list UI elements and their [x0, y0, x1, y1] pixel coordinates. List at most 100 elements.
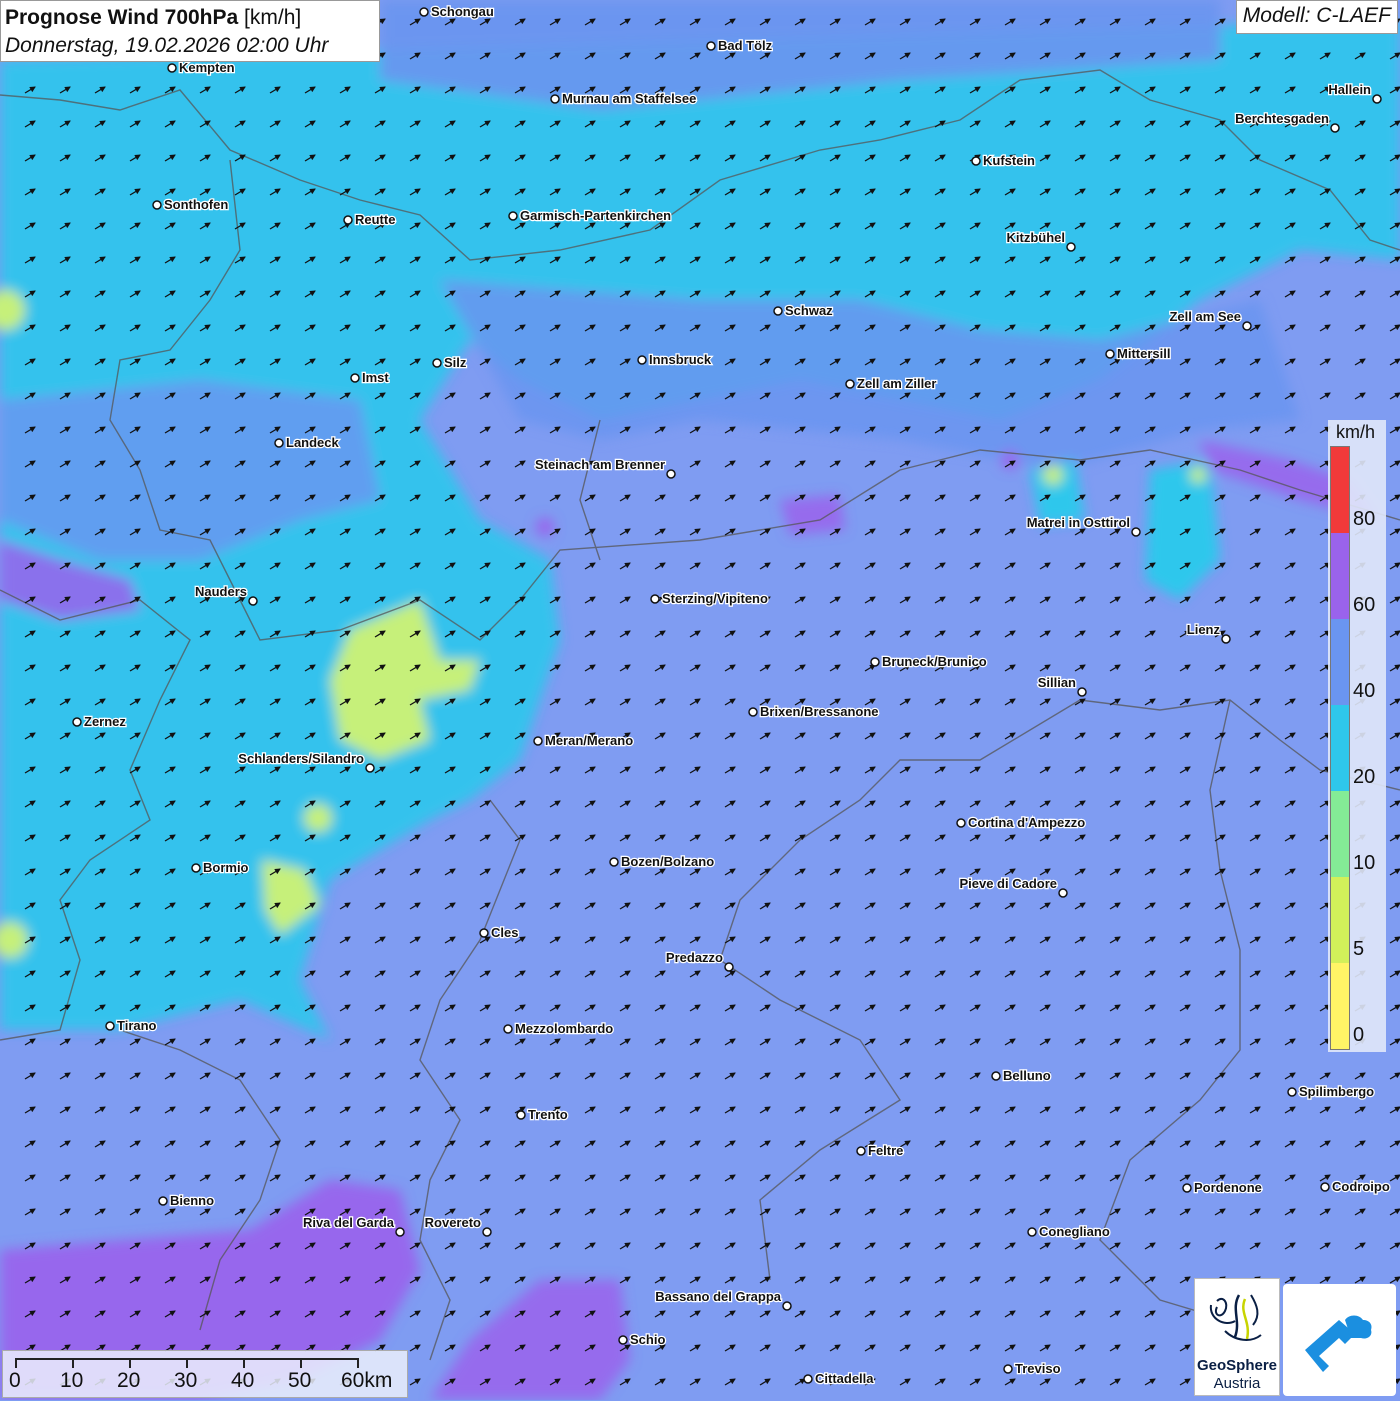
city-label: Schlanders/Silandro: [238, 751, 364, 766]
city-sterzing-vipiteno[interactable]: Sterzing/Vipiteno: [650, 590, 769, 607]
city-label: Cortina d'Ampezzo: [968, 815, 1085, 830]
city-bozen-bolzano[interactable]: Bozen/Bolzano: [609, 853, 715, 870]
city-brixen-bressanone[interactable]: Brixen/Bressanone: [748, 703, 880, 720]
city-label: Cles: [491, 925, 518, 940]
city-dot: [274, 438, 284, 448]
map-title-main: Prognose Wind 700hPa: [5, 6, 239, 29]
geosphere-logo[interactable]: GeoSphere Austria: [1194, 1278, 1280, 1396]
legend-segment: [1331, 877, 1349, 963]
city-dot: [971, 156, 981, 166]
city-cortina-d-ampezzo[interactable]: Cortina d'Ampezzo: [956, 814, 1087, 831]
geosphere-logo-icon: [1209, 1294, 1262, 1341]
city-innsbruck[interactable]: Innsbruck: [637, 351, 713, 368]
scale-tick: [72, 1358, 74, 1368]
city-label: Schwaz: [785, 303, 833, 318]
city-murnau-am-staffelsee[interactable]: Murnau am Staffelsee: [550, 90, 698, 107]
city-label: Sillian: [1038, 675, 1076, 690]
scale-label: 20: [117, 1369, 141, 1392]
city-meran-merano[interactable]: Meran/Merano: [533, 732, 634, 749]
city-dot: [650, 594, 660, 604]
city-cittadella[interactable]: Cittadella: [803, 1370, 876, 1387]
map-title-unit: [km/h]: [244, 6, 302, 29]
city-label: Bormio: [203, 860, 249, 875]
city-label: Hallein: [1328, 82, 1371, 97]
city-label: Kempten: [179, 60, 235, 75]
city-dot: [845, 379, 855, 389]
city-dot: [956, 818, 966, 828]
city-spilimbergo[interactable]: Spilimbergo: [1287, 1083, 1375, 1100]
city-dot: [1003, 1364, 1013, 1374]
city-label: Spilimbergo: [1299, 1084, 1374, 1099]
city-label: Zell am See: [1169, 309, 1241, 324]
city-label: Lienz: [1187, 622, 1221, 637]
city-dot: [1330, 123, 1340, 133]
city-dot: [748, 707, 758, 717]
city-label: Zell am Ziller: [857, 376, 936, 391]
city-label: Garmisch-Partenkirchen: [520, 208, 671, 223]
city-label: Feltre: [868, 1143, 903, 1158]
color-legend: km/h 80 60 40 20 10 5 0: [1328, 420, 1386, 1052]
city-conegliano[interactable]: Conegliano: [1027, 1223, 1111, 1240]
scale-label: 0: [9, 1369, 21, 1392]
city-mezzolombardo[interactable]: Mezzolombardo: [503, 1020, 615, 1037]
city-label: Landeck: [286, 435, 340, 450]
city-dot: [343, 215, 353, 225]
scale-tick: [243, 1358, 245, 1368]
city-dot: [782, 1301, 792, 1311]
city-codroipo[interactable]: Codroipo: [1320, 1178, 1391, 1195]
city-dot: [167, 63, 177, 73]
city-label: Bozen/Bolzano: [621, 854, 714, 869]
city-label: Imst: [362, 370, 389, 385]
city-schongau[interactable]: Schongau: [419, 3, 495, 20]
legend-label-60: 60: [1353, 594, 1376, 616]
city-garmisch-partenkirchen[interactable]: Garmisch-Partenkirchen: [508, 207, 672, 224]
city-label: Belluno: [1003, 1068, 1051, 1083]
city-bruneck-brunico[interactable]: Bruneck/Brunico: [870, 653, 988, 670]
city-label: Matrei in Osttirol: [1027, 515, 1130, 530]
city-dot: [479, 928, 489, 938]
city-sonthofen[interactable]: Sonthofen: [152, 196, 230, 213]
city-dot: [508, 211, 518, 221]
city-dot: [666, 469, 676, 479]
city-pordenone[interactable]: Pordenone: [1182, 1179, 1263, 1196]
scale-label: 40: [231, 1369, 255, 1392]
scale-tick: [300, 1358, 302, 1368]
city-dot: [1242, 321, 1252, 331]
city-dot: [706, 41, 716, 51]
legend-segment: [1331, 619, 1349, 705]
city-dot: [991, 1071, 1001, 1081]
legend-label-0: 0: [1353, 1024, 1365, 1046]
city-label: Riva del Garda: [303, 1215, 395, 1230]
scale-label: 10: [60, 1369, 84, 1392]
legend-label-80: 80: [1353, 508, 1376, 530]
title-box: Prognose Wind 700hPa [km/h] Donnerstag, …: [0, 0, 380, 62]
legend-segment: [1331, 705, 1349, 791]
city-dot: [152, 200, 162, 210]
city-label: Bad Tölz: [718, 38, 773, 53]
scale-tick: [186, 1358, 188, 1368]
forecast-datetime: Donnerstag, 19.02.2026 02:00 Uhr: [5, 34, 329, 57]
city-dot: [870, 657, 880, 667]
city-dot: [803, 1374, 813, 1384]
city-dot: [1287, 1087, 1297, 1097]
city-dot: [1066, 242, 1076, 252]
city-dot: [724, 962, 734, 972]
city-dot: [533, 736, 543, 746]
city-label: Mezzolombardo: [515, 1021, 613, 1036]
city-label: Silz: [444, 355, 467, 370]
city-dot: [395, 1227, 405, 1237]
city-zell-am-ziller[interactable]: Zell am Ziller: [845, 375, 938, 392]
city-dot: [432, 358, 442, 368]
city-dot: [482, 1227, 492, 1237]
scale-label: 30: [174, 1369, 198, 1392]
legend-label-10: 10: [1353, 852, 1376, 874]
app-logo[interactable]: [1283, 1284, 1396, 1396]
city-dot: [773, 306, 783, 316]
city-label: Sterzing/Vipiteno: [662, 591, 768, 606]
wind-map[interactable]: Schongau Bad Tölz Kempten Murnau am Staffel…: [0, 0, 1400, 1400]
map-title: Prognose Wind 700hPa [km/h]: [5, 4, 375, 32]
city-dot: [1077, 687, 1087, 697]
city-label: Rovereto: [425, 1215, 481, 1230]
city-label: Treviso: [1015, 1361, 1061, 1376]
city-dot: [609, 857, 619, 867]
